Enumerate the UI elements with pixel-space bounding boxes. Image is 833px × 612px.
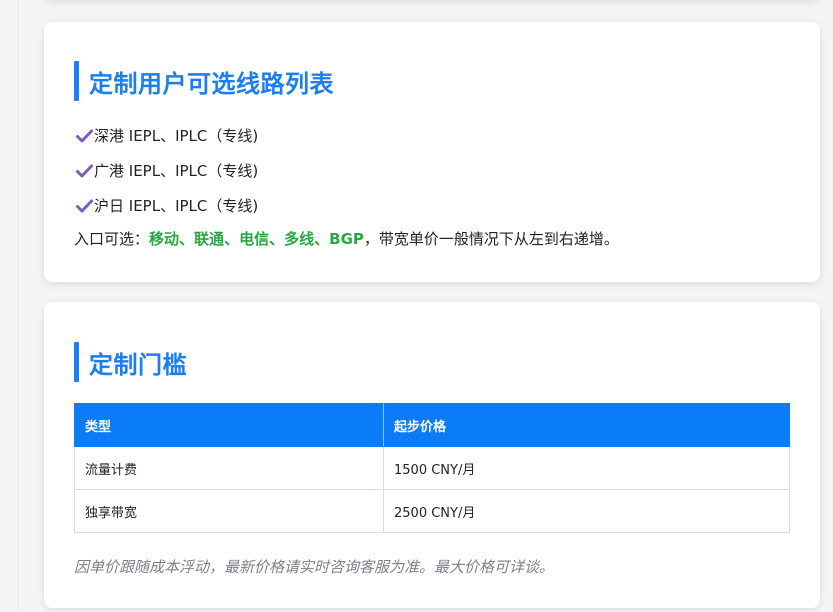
cell-price: 2500 CNY/月 xyxy=(383,489,790,533)
route-item: 沪日 IEPL、IPLC（专线) xyxy=(76,188,258,223)
route-label: 深港 IEPL、IPLC（专线) xyxy=(94,127,259,145)
header-type: 类型 xyxy=(74,403,384,447)
route-list: 深港 IEPL、IPLC（专线) 广港 IEPL、IPLC（专线) 沪日 IEP… xyxy=(76,118,258,223)
entry-options-line: 入口可选：移动、联通、电信、多线、BGP，带宽单价一般情况下从左到右递增。 xyxy=(74,228,619,249)
table-header-row: 类型 起步价格 xyxy=(74,403,790,447)
isp-separator: 、 xyxy=(314,230,330,248)
routes-title: 定制用户可选线路列表 xyxy=(89,69,334,98)
price-note: 因单价跟随成本浮动，最新价格请实时咨询客服为准。最大价格可详谈。 xyxy=(74,558,555,576)
route-label: 广港 IEPL、IPLC（专线) xyxy=(94,162,259,180)
table-row: 流量计费 1500 CNY/月 xyxy=(74,446,790,490)
heading-accent-bar xyxy=(74,342,79,382)
isp-unicom: 联通 xyxy=(194,230,225,248)
isp-separator: 、 xyxy=(179,230,195,248)
threshold-heading: 定制门槛 xyxy=(74,342,187,382)
isp-telecom: 电信 xyxy=(239,230,270,248)
header-start-price: 起步价格 xyxy=(383,403,790,447)
entry-suffix: ，带宽单价一般情况下从左到右递增。 xyxy=(363,230,619,248)
check-icon xyxy=(76,199,93,212)
isp-separator: 、 xyxy=(269,230,285,248)
route-item: 深港 IEPL、IPLC（专线) xyxy=(76,118,258,153)
threshold-title: 定制门槛 xyxy=(89,350,187,379)
isp-multiline: 多线 xyxy=(284,230,315,248)
cell-type: 流量计费 xyxy=(74,446,384,490)
price-table: 类型 起步价格 流量计费 1500 CNY/月 独享带宽 2500 CNY/月 xyxy=(74,403,790,533)
routes-heading: 定制用户可选线路列表 xyxy=(74,61,334,101)
check-icon xyxy=(76,129,93,142)
route-label: 沪日 IEPL、IPLC（专线) xyxy=(94,197,259,215)
heading-accent-bar xyxy=(74,61,79,101)
threshold-card: 定制门槛 类型 起步价格 流量计费 1500 CNY/月 独享带宽 2500 C… xyxy=(44,302,820,608)
cell-type: 独享带宽 xyxy=(74,489,384,533)
route-item: 广港 IEPL、IPLC（专线) xyxy=(76,153,258,188)
check-icon xyxy=(76,164,93,177)
table-row: 独享带宽 2500 CNY/月 xyxy=(74,489,790,533)
routes-card: 定制用户可选线路列表 深港 IEPL、IPLC（专线) 广港 IEPL、IPLC… xyxy=(44,22,820,282)
cell-price: 1500 CNY/月 xyxy=(383,446,790,490)
isp-bgp: BGP xyxy=(329,230,364,248)
entry-prefix: 入口可选： xyxy=(74,230,150,248)
isp-mobile: 移动 xyxy=(149,230,180,248)
left-divider xyxy=(18,0,19,612)
isp-separator: 、 xyxy=(224,230,240,248)
page: 定制用户可选线路列表 深港 IEPL、IPLC（专线) 广港 IEPL、IPLC… xyxy=(0,0,833,612)
